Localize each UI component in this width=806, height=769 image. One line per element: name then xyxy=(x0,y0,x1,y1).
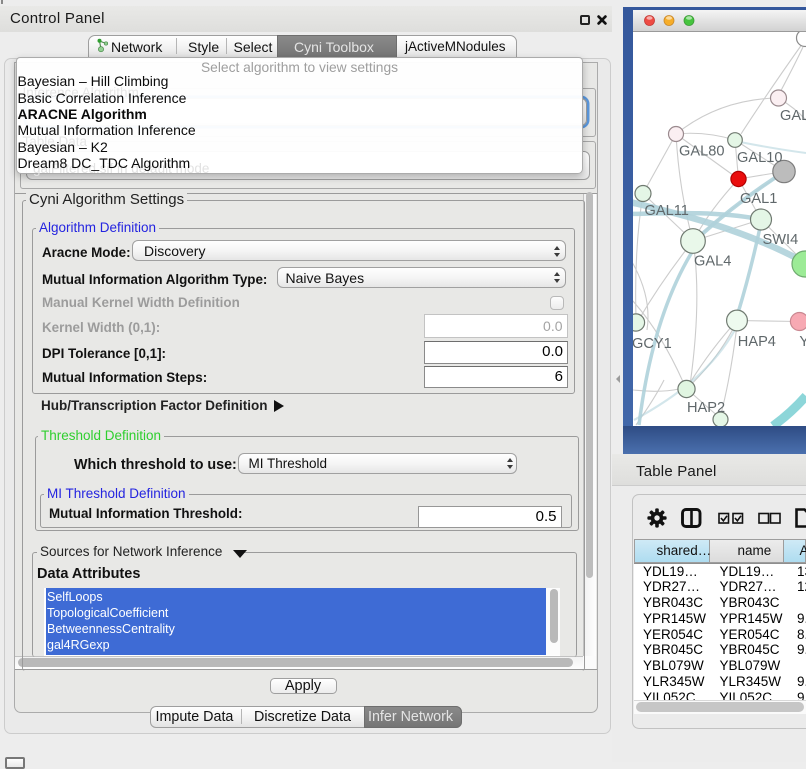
svg-text:GAL80: GAL80 xyxy=(679,144,724,160)
svg-text:GCY1: GCY1 xyxy=(633,336,672,352)
svg-text:GAL1: GAL1 xyxy=(740,191,777,207)
svg-text:GAL4: GAL4 xyxy=(694,254,731,270)
svg-text:GAL7: GAL7 xyxy=(780,108,806,124)
svg-text:GAL11: GAL11 xyxy=(645,203,689,219)
svg-text:Y: Y xyxy=(799,334,806,350)
svg-text:HAP4: HAP4 xyxy=(738,334,776,350)
svg-text:SWI4: SWI4 xyxy=(763,232,799,248)
svg-text:HAP2: HAP2 xyxy=(687,400,725,416)
svg-text:GAL10: GAL10 xyxy=(737,150,782,166)
